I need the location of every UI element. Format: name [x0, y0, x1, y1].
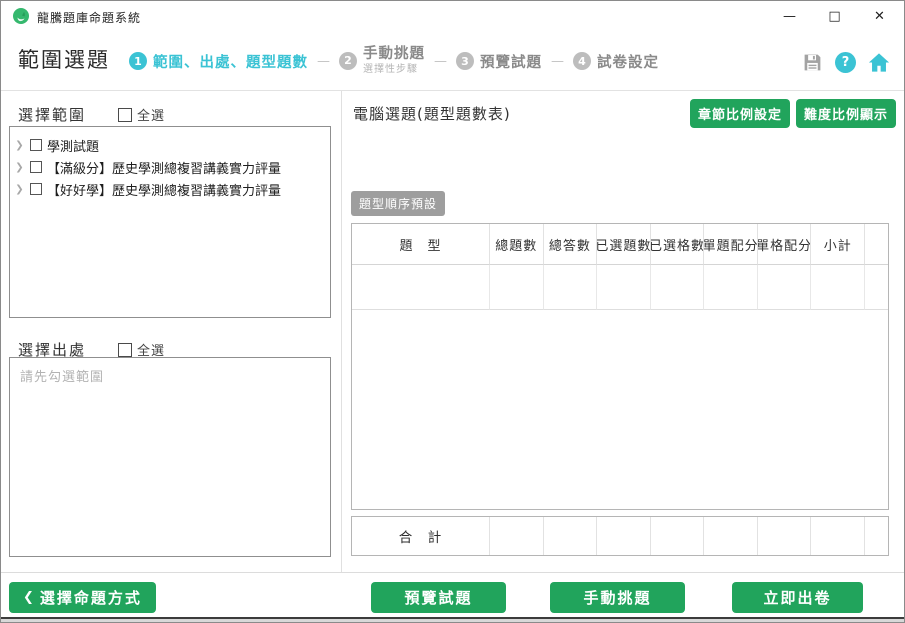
column-header: 小計	[811, 224, 865, 265]
step-4-paper-settings[interactable]: 4 試卷設定	[573, 51, 659, 72]
table-cell	[704, 265, 758, 310]
tree-item-checkbox[interactable]	[30, 139, 42, 151]
header: 範圍選題 1 範圍、出處、題型題數 — 2 手動挑題 選擇性步驟 — 3 預覽試…	[1, 31, 904, 91]
footer-bar: ❮ 選擇命題方式 預覽試題 手動挑題 立即出卷	[1, 573, 904, 618]
back-to-mode-button[interactable]: ❮ 選擇命題方式	[9, 582, 156, 613]
main-content: 選擇範圍 全選 ❯ 學測試題 ❯ 【滿級分】歷史學測總複習講義實力評量	[1, 91, 904, 573]
range-section-title: 選擇範圍	[18, 104, 86, 125]
table-row	[352, 265, 888, 310]
totals-cell	[490, 517, 544, 555]
step-4-number: 4	[573, 52, 591, 70]
page-title: 範圍選題	[18, 44, 110, 74]
range-select-all-checkbox[interactable]	[118, 108, 132, 122]
ratio-buttons: 章節比例設定 難度比例顯示	[690, 99, 896, 128]
type-order-default-button[interactable]: 題型順序預設	[351, 191, 445, 216]
step-2-manual-pick[interactable]: 2 手動挑題 選擇性步驟	[339, 46, 425, 75]
table-cell	[651, 265, 705, 310]
tree-item-checkbox[interactable]	[30, 161, 42, 173]
window-controls: — □ ✕	[767, 1, 902, 31]
totals-cell	[544, 517, 598, 555]
column-header: 單題配分	[704, 224, 758, 265]
chevron-right-icon[interactable]: ❯	[14, 184, 25, 195]
source-list-box: 請先勾選範圍	[9, 357, 331, 557]
table-header-row: 題 型 總題數 總答數 已選題數 已選格數 單題配分 單格配分 小計	[352, 224, 888, 265]
window-bottom-edge	[1, 617, 904, 623]
step-connector: —	[434, 54, 447, 69]
help-icon[interactable]: ?	[835, 52, 856, 73]
tree-item-label: 學測試題	[47, 136, 99, 155]
wizard-steps: 1 範圍、出處、題型題數 — 2 手動挑題 選擇性步驟 — 3 預覽試題 — 4…	[129, 42, 659, 80]
step-connector: —	[551, 54, 564, 69]
source-select-all-checkbox[interactable]	[118, 343, 132, 357]
totals-cell	[811, 517, 865, 555]
step-3-preview[interactable]: 3 預覽試題	[456, 51, 542, 72]
column-header-spacer	[865, 224, 888, 265]
step-1-label: 範圍、出處、題型題數	[153, 51, 308, 72]
step-connector: —	[317, 54, 330, 69]
step-3-number: 3	[456, 52, 474, 70]
app-title: 龍騰題庫命題系統	[37, 9, 141, 26]
column-header: 總題數	[490, 224, 544, 265]
tree-item-label: 【好好學】歷史學測總複習講義實力評量	[47, 180, 281, 199]
step-3-label: 預覽試題	[480, 51, 542, 72]
totals-cell	[704, 517, 758, 555]
totals-cell-spacer	[865, 517, 888, 555]
column-header: 題 型	[352, 224, 490, 265]
back-button-label: 選擇命題方式	[40, 587, 142, 608]
computer-selection-title: 電腦選題(題型題數表)	[353, 103, 511, 124]
totals-cell	[597, 517, 651, 555]
header-icons: ?	[801, 51, 890, 73]
tree-item-label: 【滿級分】歷史學測總複習講義實力評量	[47, 158, 281, 177]
home-icon[interactable]	[868, 51, 890, 73]
save-icon[interactable]	[801, 51, 823, 73]
right-panel: 電腦選題(題型題數表) 章節比例設定 難度比例顯示 題型順序預設 題 型 總題數…	[343, 91, 904, 572]
table-cell	[597, 265, 651, 310]
table-cell-spacer	[865, 265, 888, 310]
minimize-button[interactable]: —	[767, 1, 812, 31]
totals-label: 合 計	[352, 517, 490, 555]
step-2-label: 手動挑題	[363, 46, 425, 63]
column-header: 已選題數	[597, 224, 651, 265]
chapter-ratio-button[interactable]: 章節比例設定	[690, 99, 790, 128]
tree-item-full-score[interactable]: ❯ 【滿級分】歷史學測總複習講義實力評量	[14, 156, 326, 178]
step-1-range[interactable]: 1 範圍、出處、題型題數	[129, 51, 308, 72]
column-header: 已選格數	[651, 224, 705, 265]
range-select-all[interactable]: 全選	[118, 105, 165, 124]
titlebar: 龍騰題庫命題系統 — □ ✕	[1, 1, 904, 31]
tree-item-study-well[interactable]: ❯ 【好好學】歷史學測總複習講義實力評量	[14, 178, 326, 200]
table-cell	[352, 265, 490, 310]
column-header: 總答數	[544, 224, 598, 265]
range-section-header: 選擇範圍 全選	[18, 104, 165, 125]
totals-row: 合 計	[351, 516, 889, 556]
totals-cell	[651, 517, 705, 555]
question-type-table: 題 型 總題數 總答數 已選題數 已選格數 單題配分 單格配分 小計	[351, 223, 889, 510]
tree-item-exam-questions[interactable]: ❯ 學測試題	[14, 134, 326, 156]
generate-paper-button[interactable]: 立即出卷	[732, 582, 863, 613]
range-select-all-label: 全選	[137, 105, 165, 124]
step-1-number: 1	[129, 52, 147, 70]
left-panel: 選擇範圍 全選 ❯ 學測試題 ❯ 【滿級分】歷史學測總複習講義實力評量	[1, 91, 342, 572]
tree-item-checkbox[interactable]	[30, 183, 42, 195]
table-cell	[544, 265, 598, 310]
app-window: 龍騰題庫命題系統 — □ ✕ 範圍選題 1 範圍、出處、題型題數 — 2 手動挑…	[0, 0, 905, 623]
range-tree: ❯ 學測試題 ❯ 【滿級分】歷史學測總複習講義實力評量 ❯ 【好好學】歷史學測總…	[9, 126, 331, 318]
step-2-number: 2	[339, 52, 357, 70]
step-2-sublabel: 選擇性步驟	[363, 64, 425, 76]
column-header: 單格配分	[758, 224, 812, 265]
close-button[interactable]: ✕	[857, 1, 902, 31]
chevron-left-icon: ❮	[23, 590, 34, 605]
difficulty-ratio-button[interactable]: 難度比例顯示	[796, 99, 896, 128]
chevron-right-icon[interactable]: ❯	[14, 140, 25, 151]
table-cell	[758, 265, 812, 310]
chevron-right-icon[interactable]: ❯	[14, 162, 25, 173]
app-logo-icon	[13, 8, 29, 24]
source-placeholder: 請先勾選範圍	[20, 370, 104, 385]
step-4-label: 試卷設定	[597, 51, 659, 72]
preview-questions-button[interactable]: 預覽試題	[371, 582, 506, 613]
totals-cell	[758, 517, 812, 555]
table-cell	[811, 265, 865, 310]
manual-pick-button[interactable]: 手動挑題	[550, 582, 685, 613]
table-cell	[490, 265, 544, 310]
maximize-button[interactable]: □	[812, 1, 857, 31]
